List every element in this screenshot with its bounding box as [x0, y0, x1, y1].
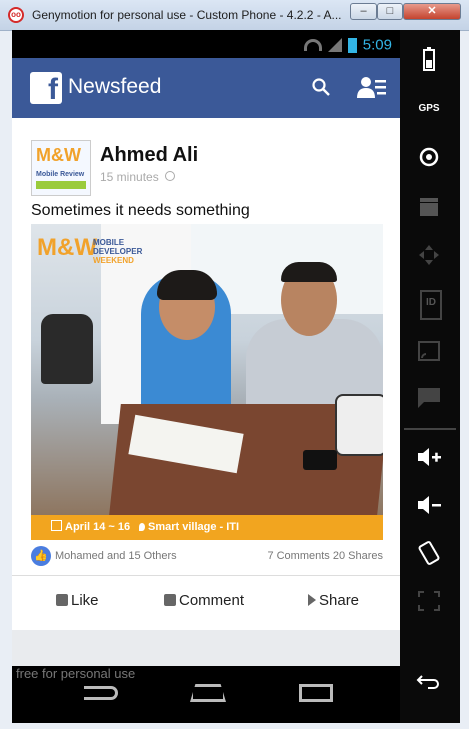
window-title: Genymotion for personal use - Custom Pho… [32, 8, 342, 22]
comment-button[interactable]: Comment [164, 592, 244, 609]
post-author[interactable]: Ahmed Ali [100, 144, 198, 167]
battery-icon [347, 37, 357, 53]
photo-phone [303, 450, 337, 470]
photo-logo-text: MOBILE DEVELOPER [93, 238, 142, 256]
volume-down-icon[interactable] [414, 492, 444, 518]
calendar-icon [51, 520, 62, 531]
photo-man-hair [281, 262, 337, 282]
sidebar-separator [404, 428, 456, 430]
genymotion-app-icon: oo [8, 7, 24, 23]
share-button[interactable]: Share [308, 592, 359, 609]
close-button[interactable]: ✕ [403, 3, 461, 20]
avatar-stripe [36, 181, 86, 189]
minimize-button[interactable]: – [350, 3, 377, 20]
media-tool-icon[interactable] [414, 194, 444, 220]
post-time-text: 15 minutes [100, 170, 159, 184]
friend-requests-icon[interactable] [357, 76, 387, 100]
home-nav-icon[interactable] [190, 684, 226, 702]
status-clock: 5:09 [362, 36, 392, 54]
comment-label: Comment [179, 592, 245, 609]
post-time: 15 minutes [100, 170, 175, 184]
avatar-subtitle: Mobile Review [36, 171, 85, 178]
like-count-icon: 👍 [31, 546, 51, 566]
comment-icon [164, 594, 176, 606]
search-icon[interactable] [312, 78, 330, 96]
share-label: Share [319, 592, 360, 609]
location-pin-icon [139, 523, 145, 531]
rotate-icon[interactable] [414, 540, 444, 566]
cast-tool-icon[interactable] [414, 338, 444, 364]
avatar[interactable]: M&W Mobile Review [31, 140, 91, 196]
post-photo[interactable]: M&W MOBILE DEVELOPER WEEKEND [31, 224, 383, 515]
event-location-text: Smart village - ITI [148, 521, 240, 533]
sidebar-back-icon[interactable] [414, 668, 444, 694]
like-button[interactable]: Like [56, 592, 99, 609]
photo-logo-line1: MOBILE [93, 238, 125, 247]
thumbs-up-icon [56, 594, 68, 606]
photo-logo-line2: DEVELOPER [93, 247, 143, 256]
page-title: Newsfeed [68, 75, 162, 98]
wifi-icon [303, 39, 322, 52]
photo-chair [41, 314, 93, 384]
post-stats: 👍 Mohamed and 15 Others 7 Comments 20 Sh… [31, 546, 383, 568]
facebook-logo-icon: f [30, 72, 62, 106]
event-banner: April 14 ~ 16 Smart village - ITI [31, 515, 383, 540]
signal-icon [327, 38, 342, 53]
recent-apps-icon[interactable] [299, 684, 333, 702]
battery-tool-icon[interactable] [414, 46, 444, 72]
maximize-button[interactable]: □ [377, 3, 403, 20]
likes-summary[interactable]: Mohamed and 15 Others [55, 550, 177, 562]
fullscreen-icon[interactable] [414, 588, 444, 614]
watermark: free for personal use [16, 666, 136, 681]
sms-tool-icon[interactable] [414, 384, 444, 410]
app-header: f Newsfeed [12, 58, 400, 118]
like-label: Like [71, 592, 99, 609]
device-id-icon[interactable]: ID [420, 290, 442, 320]
status-bar: 5:09 [12, 30, 400, 58]
photo-logo-line3: WEEKEND [93, 256, 134, 265]
share-icon [308, 594, 316, 606]
post-card: M&W Mobile Review Ahmed Ali 15 minutes S… [12, 118, 400, 630]
post-actions: Like Comment Share [12, 576, 400, 630]
avatar-logo: M&W [36, 145, 81, 165]
back-nav-icon[interactable] [84, 686, 118, 700]
genymotion-sidebar: GPS ID [400, 30, 460, 723]
phone-screen: 5:09 f Newsfeed M&W Mobile Review Ahmed … [12, 30, 460, 723]
genymotion-window: oo Genymotion for personal use - Custom … [0, 0, 469, 729]
status-icons: 5:09 [303, 36, 392, 54]
photo-vr-headset [335, 394, 383, 456]
event-location: Smart village - ITI [139, 515, 239, 540]
dpad-tool-icon[interactable] [414, 242, 444, 268]
volume-up-icon[interactable] [414, 444, 444, 470]
photo-logo: M&W [37, 234, 97, 261]
gps-tool-icon[interactable]: GPS [414, 96, 444, 122]
camera-tool-icon[interactable] [414, 144, 444, 170]
photo-boy-hair [157, 270, 217, 300]
news-feed[interactable]: M&W Mobile Review Ahmed Ali 15 minutes S… [12, 118, 400, 666]
event-date: April 14 ~ 16 [51, 515, 130, 540]
post-text: Sometimes it needs something [31, 202, 250, 219]
event-date-text: April 14 ~ 16 [65, 521, 131, 533]
window-titlebar[interactable]: oo Genymotion for personal use - Custom … [0, 0, 469, 31]
globe-icon [164, 171, 175, 181]
comments-shares-count[interactable]: 7 Comments 20 Shares [267, 550, 383, 562]
